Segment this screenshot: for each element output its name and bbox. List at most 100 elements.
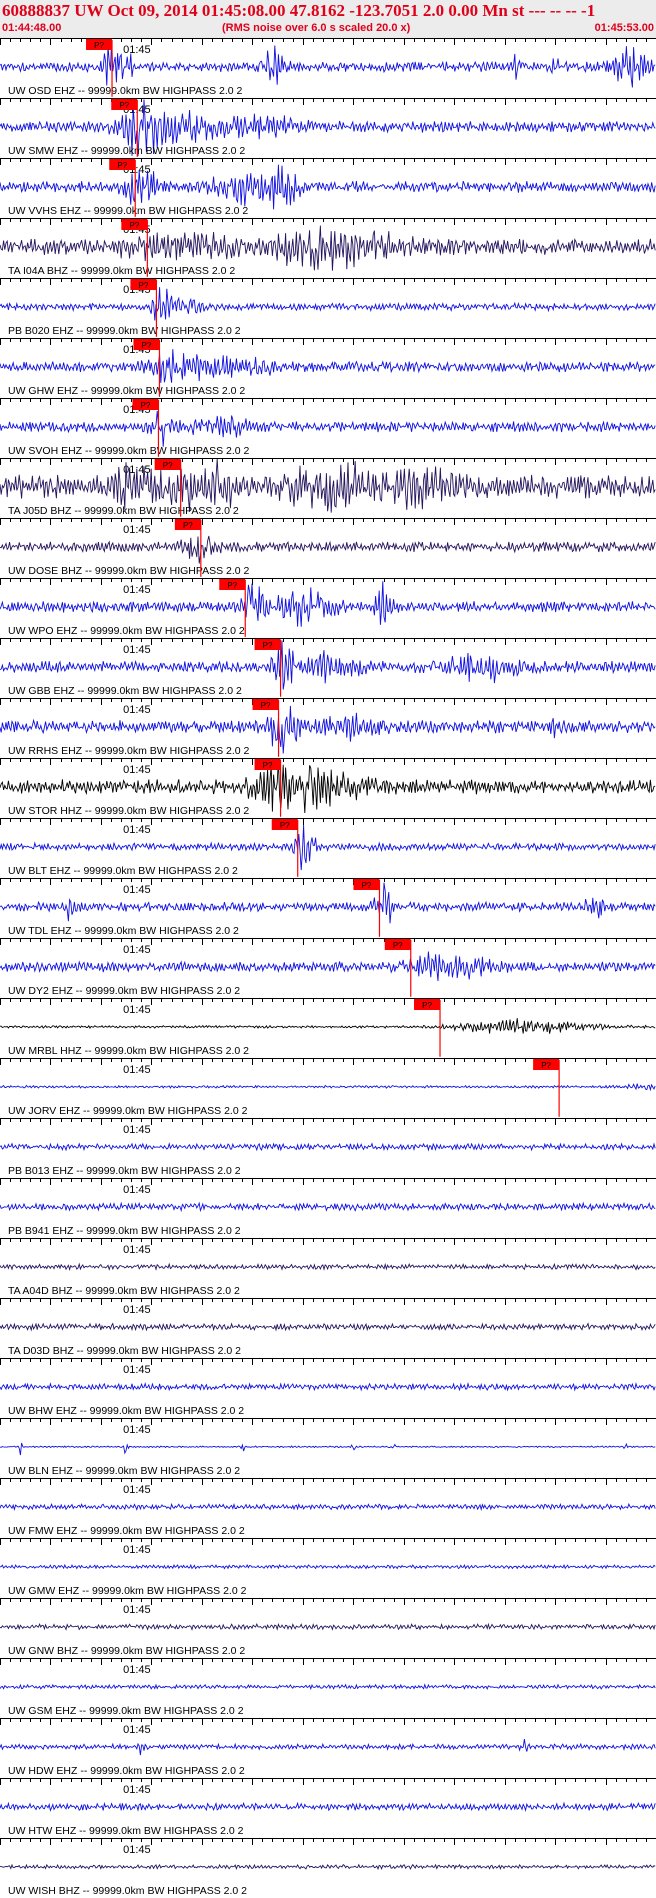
waveform — [0, 1683, 656, 1691]
waveform — [0, 640, 656, 690]
waveform — [0, 164, 656, 210]
time-tick-label: 01:45 — [123, 1364, 151, 1376]
noise-note: (RMS noise over 6.0 s scaled 20.0 x) — [222, 22, 411, 34]
pick-label: P? — [183, 521, 193, 530]
station-label: UW MRBL HHZ -- 99999.0km BW HIGHPASS 2.0… — [8, 1045, 249, 1057]
station-label: UW SMW EHZ -- 99999.0km BW HIGHPASS 2.0 … — [8, 145, 245, 157]
trace-row: 01:45 UW DY2 EHZ -- 99999.0km BW HIGHPASS… — [0, 938, 656, 997]
waveform — [0, 1142, 656, 1152]
station-label: UW BLT EHZ -- 99999.0km BW HIGHPASS 2.0 … — [8, 865, 238, 877]
trace-row: 01:45 UW BLT EHZ -- 99999.0km BW HIGHPASS… — [0, 818, 656, 877]
waveform — [0, 1322, 656, 1332]
trace-row: 01:45 PB B941 EHZ -- 99999.0km BW HIGHPAS… — [0, 1178, 656, 1237]
trace-row: 01:45 UW STOR HHZ -- 99999.0km BW HIGHPAS… — [0, 758, 656, 817]
header-bar: 60888837 UW Oct 09, 2014 01:45:08.00 47.… — [0, 0, 656, 38]
time-tick-label: 01:45 — [123, 644, 151, 656]
waveform — [0, 225, 656, 271]
time-tick-label: 01:45 — [123, 44, 151, 56]
pick-label: P? — [422, 1001, 432, 1010]
station-label: UW HTW EHZ -- 99999.0km BW HIGHPASS 2.0 … — [8, 1825, 244, 1837]
time-tick-label: 01:45 — [123, 1664, 151, 1676]
event-title: 60888837 UW Oct 09, 2014 01:45:08.00 47.… — [2, 1, 596, 20]
waveform — [0, 349, 656, 383]
time-tick-label: 01:45 — [123, 1784, 151, 1796]
trace-row: 01:45 UW WPO EHZ -- 99999.0km BW HIGHPASS… — [0, 578, 656, 637]
seismogram-traces: 01:45 UW OSD EHZ -- 99999.0km BW HIGHPASS… — [0, 38, 656, 1897]
trace-row: 01:45 UW OSD EHZ -- 99999.0km BW HIGHPASS… — [0, 38, 656, 97]
trace-row: 01:45 UW DOSE BHZ -- 99999.0km BW HIGHPAS… — [0, 518, 656, 577]
station-label: UW BLN EHZ -- 99999.0km BW HIGHPASS 2.0 … — [8, 1465, 240, 1477]
waveform — [0, 1262, 656, 1271]
trace-row: 01:45 UW GNW BHZ -- 99999.0km BW HIGHPASS… — [0, 1598, 656, 1657]
time-tick-label: 01:45 — [123, 824, 151, 836]
waveform — [0, 287, 656, 321]
station-label: UW RRHS EHZ -- 99999.0km BW HIGHPASS 2.0… — [8, 745, 250, 757]
time-tick-label: 01:45 — [123, 1544, 151, 1556]
waveform — [0, 1201, 656, 1213]
time-tick-label: 01:45 — [123, 1004, 151, 1016]
trace-row: 01:45 UW BHW EHZ -- 99999.0km BW HIGHPASS… — [0, 1358, 656, 1417]
time-tick-label: 01:45 — [123, 944, 151, 956]
pick-label: P? — [139, 281, 149, 290]
trace-row: 01:45 PB B013 EHZ -- 99999.0km BW HIGHPAS… — [0, 1118, 656, 1177]
station-label: UW GSM EHZ -- 99999.0km BW HIGHPASS 2.0 … — [8, 1705, 244, 1717]
pick-label: P? — [129, 221, 139, 230]
trace-row: 01:45 UW RRHS EHZ -- 99999.0km BW HIGHPAS… — [0, 698, 656, 757]
time-tick-label: 01:45 — [123, 584, 151, 596]
time-tick-label: 01:45 — [123, 1304, 151, 1316]
waveform — [0, 1502, 656, 1512]
waveform — [0, 1083, 656, 1092]
station-label: PB B941 EHZ -- 99999.0km BW HIGHPASS 2.0… — [8, 1225, 241, 1237]
trace-row: 01:45TA J05D BHZ -- 99999.0km BW HIGHPAS… — [0, 458, 656, 517]
time-tick-label: 01:45 — [123, 764, 151, 776]
waveform — [0, 1801, 656, 1813]
station-label: UW DY2 EHZ -- 99999.0km BW HIGHPASS 2.0 … — [8, 985, 240, 997]
pick-label: P? — [541, 1061, 551, 1070]
pick-label: P? — [261, 701, 271, 710]
station-label: UW BHW EHZ -- 99999.0km BW HIGHPASS 2.0 … — [8, 1405, 244, 1417]
time-tick-label: 01:45 — [123, 1184, 151, 1196]
trace-row: 01:45UW SMW EHZ -- 99999.0km BW HIGHPASS… — [0, 98, 656, 157]
waveform — [0, 1863, 656, 1871]
trace-row: 01:45 UW GSM EHZ -- 99999.0km BW HIGHPASS… — [0, 1658, 656, 1717]
time-tick-label: 01:45 — [123, 1424, 151, 1436]
waveform — [0, 581, 656, 627]
pick-label: P? — [117, 161, 127, 170]
pick-label: P? — [263, 761, 273, 770]
pick-label: P? — [362, 881, 372, 890]
trace-row: 01:45 TA D03D BHZ -- 99999.0km BW HIGHPAS… — [0, 1298, 656, 1357]
station-label: TA D03D BHZ -- 99999.0km BW HIGHPASS 2.0… — [8, 1345, 241, 1357]
station-label: UW OSD EHZ -- 99999.0km BW HIGHPASS 2.0 … — [8, 85, 243, 97]
waveform — [0, 882, 656, 924]
station-label: UW GBB EHZ -- 99999.0km BW HIGHPASS 2.0 … — [8, 685, 242, 697]
station-label: PB B020 EHZ -- 99999.0km BW HIGHPASS 2.0… — [8, 325, 241, 337]
trace-row: 01:45 UW TDL EHZ -- 99999.0km BW HIGHPASS… — [0, 878, 656, 937]
trace-row: 01:45PB B020 EHZ -- 99999.0km BW HIGHPAS… — [0, 278, 656, 337]
station-label: TA A04D BHZ -- 99999.0km BW HIGHPASS 2.0… — [8, 1285, 240, 1297]
station-label: UW TDL EHZ -- 99999.0km BW HIGHPASS 2.0 … — [8, 925, 239, 937]
trace-row: 01:45UW SVOH EHZ -- 99999.0km BW HIGHPAS… — [0, 398, 656, 457]
time-tick-label: 01:45 — [123, 1604, 151, 1616]
time-tick-label: 01:45 — [123, 704, 151, 716]
station-label: PB B013 EHZ -- 99999.0km BW HIGHPASS 2.0… — [8, 1165, 241, 1177]
waveform — [0, 1563, 656, 1570]
time-tick-label: 01:45 — [123, 1844, 151, 1856]
pick-label: P? — [141, 401, 151, 410]
station-label: UW FMW EHZ -- 99999.0km BW HIGHPASS 2.0 … — [8, 1525, 245, 1537]
pick-label: P? — [280, 821, 290, 830]
trace-row: 01:45UW VVHS EHZ -- 99999.0km BW HIGHPAS… — [0, 158, 656, 217]
time-tick-label: 01:45 — [123, 1484, 151, 1496]
trace-row: 01:45 UW FMW EHZ -- 99999.0km BW HIGHPASS… — [0, 1478, 656, 1537]
trace-row: 01:45TA I04A BHZ -- 99999.0km BW HIGHPAS… — [0, 218, 656, 277]
station-label: UW DOSE BHZ -- 99999.0km BW HIGHPASS 2.0… — [8, 565, 250, 577]
waveform — [0, 1739, 656, 1756]
trace-row: 01:45 UW BLN EHZ -- 99999.0km BW HIGHPASS… — [0, 1418, 656, 1477]
time-tick-label: 01:45 — [123, 1244, 151, 1256]
start-time: 01:44:48.00 — [2, 22, 62, 34]
station-label: TA J05D BHZ -- 99999.0km BW HIGHPASS 2.0… — [8, 505, 239, 517]
trace-row: 01:45 UW HTW EHZ -- 99999.0km BW HIGHPASS… — [0, 1778, 656, 1837]
station-label: UW SVOH EHZ -- 99999.0km BW HIGHPASS 2.0… — [8, 445, 250, 457]
trace-row: 01:45 UW MRBL HHZ -- 99999.0km BW HIGHPAS… — [0, 998, 656, 1057]
waveform — [0, 1018, 656, 1034]
end-time: 01:45:53.00 — [594, 22, 654, 34]
